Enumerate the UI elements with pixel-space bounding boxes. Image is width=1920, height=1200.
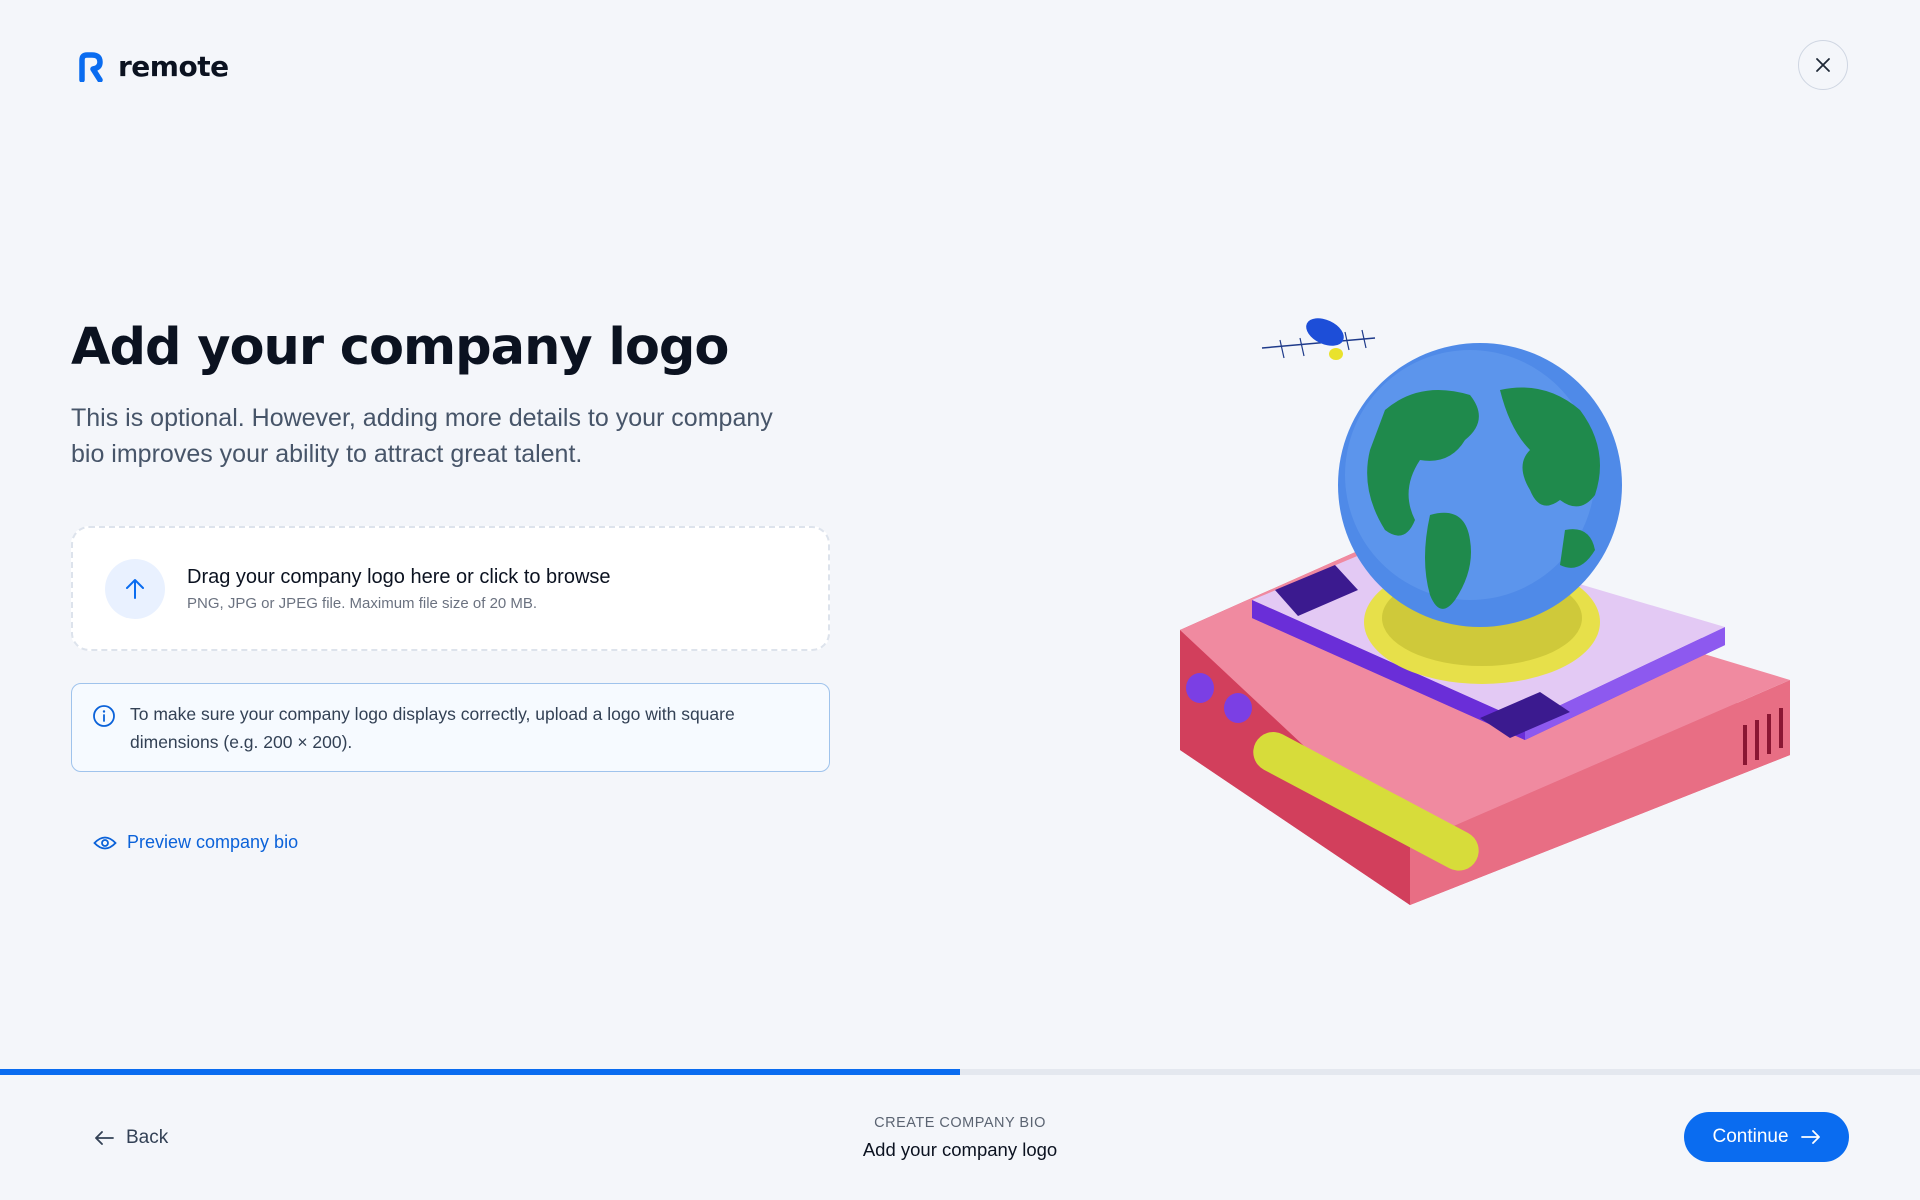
globe-illustration: [1180, 318, 1790, 905]
preview-company-bio-link[interactable]: Preview company bio: [93, 832, 298, 853]
arrow-right-icon: [1800, 1130, 1820, 1144]
preview-link-label: Preview company bio: [127, 832, 299, 852]
info-notice: To make sure your company logo displays …: [71, 683, 830, 772]
close-icon: [1816, 58, 1830, 72]
satellite-icon: [1261, 318, 1376, 360]
globe-icon: [1338, 343, 1622, 627]
dropzone-hint: PNG, JPG or JPEG file. Maximum file size…: [187, 594, 538, 612]
main-content: Add your company logo This is optional. …: [71, 318, 831, 857]
notice-text: To make sure your company logo displays …: [130, 704, 735, 752]
dropzone-title: Drag your company logo here or click to …: [187, 565, 611, 588]
brand-logo: remote: [78, 50, 229, 83]
remote-logo-icon: [79, 51, 103, 82]
dropzone-text: Drag your company logo here or click to …: [187, 566, 611, 612]
eye-icon: [93, 836, 117, 849]
step-title: Add your company logo: [862, 1139, 1058, 1160]
close-button[interactable]: [1798, 40, 1848, 90]
info-icon: [93, 705, 115, 727]
logo-dropzone[interactable]: Drag your company logo here or click to …: [71, 526, 830, 651]
step-info: CREATE COMPANY BIO Add your company logo: [0, 1115, 1920, 1161]
upload-icon-circle: [105, 558, 165, 619]
brand-name: remote: [118, 50, 229, 83]
upload-arrow-icon: [126, 578, 144, 599]
step-eyebrow: CREATE COMPANY BIO: [874, 1115, 1046, 1131]
continue-button[interactable]: Continue: [1684, 1112, 1849, 1162]
footer: Back CREATE COMPANY BIO Add your company…: [0, 1075, 1920, 1200]
page-title: Add your company logo: [71, 318, 729, 377]
continue-label: Continue: [1712, 1126, 1789, 1147]
page-subtitle: This is optional. However, adding more d…: [71, 404, 773, 468]
